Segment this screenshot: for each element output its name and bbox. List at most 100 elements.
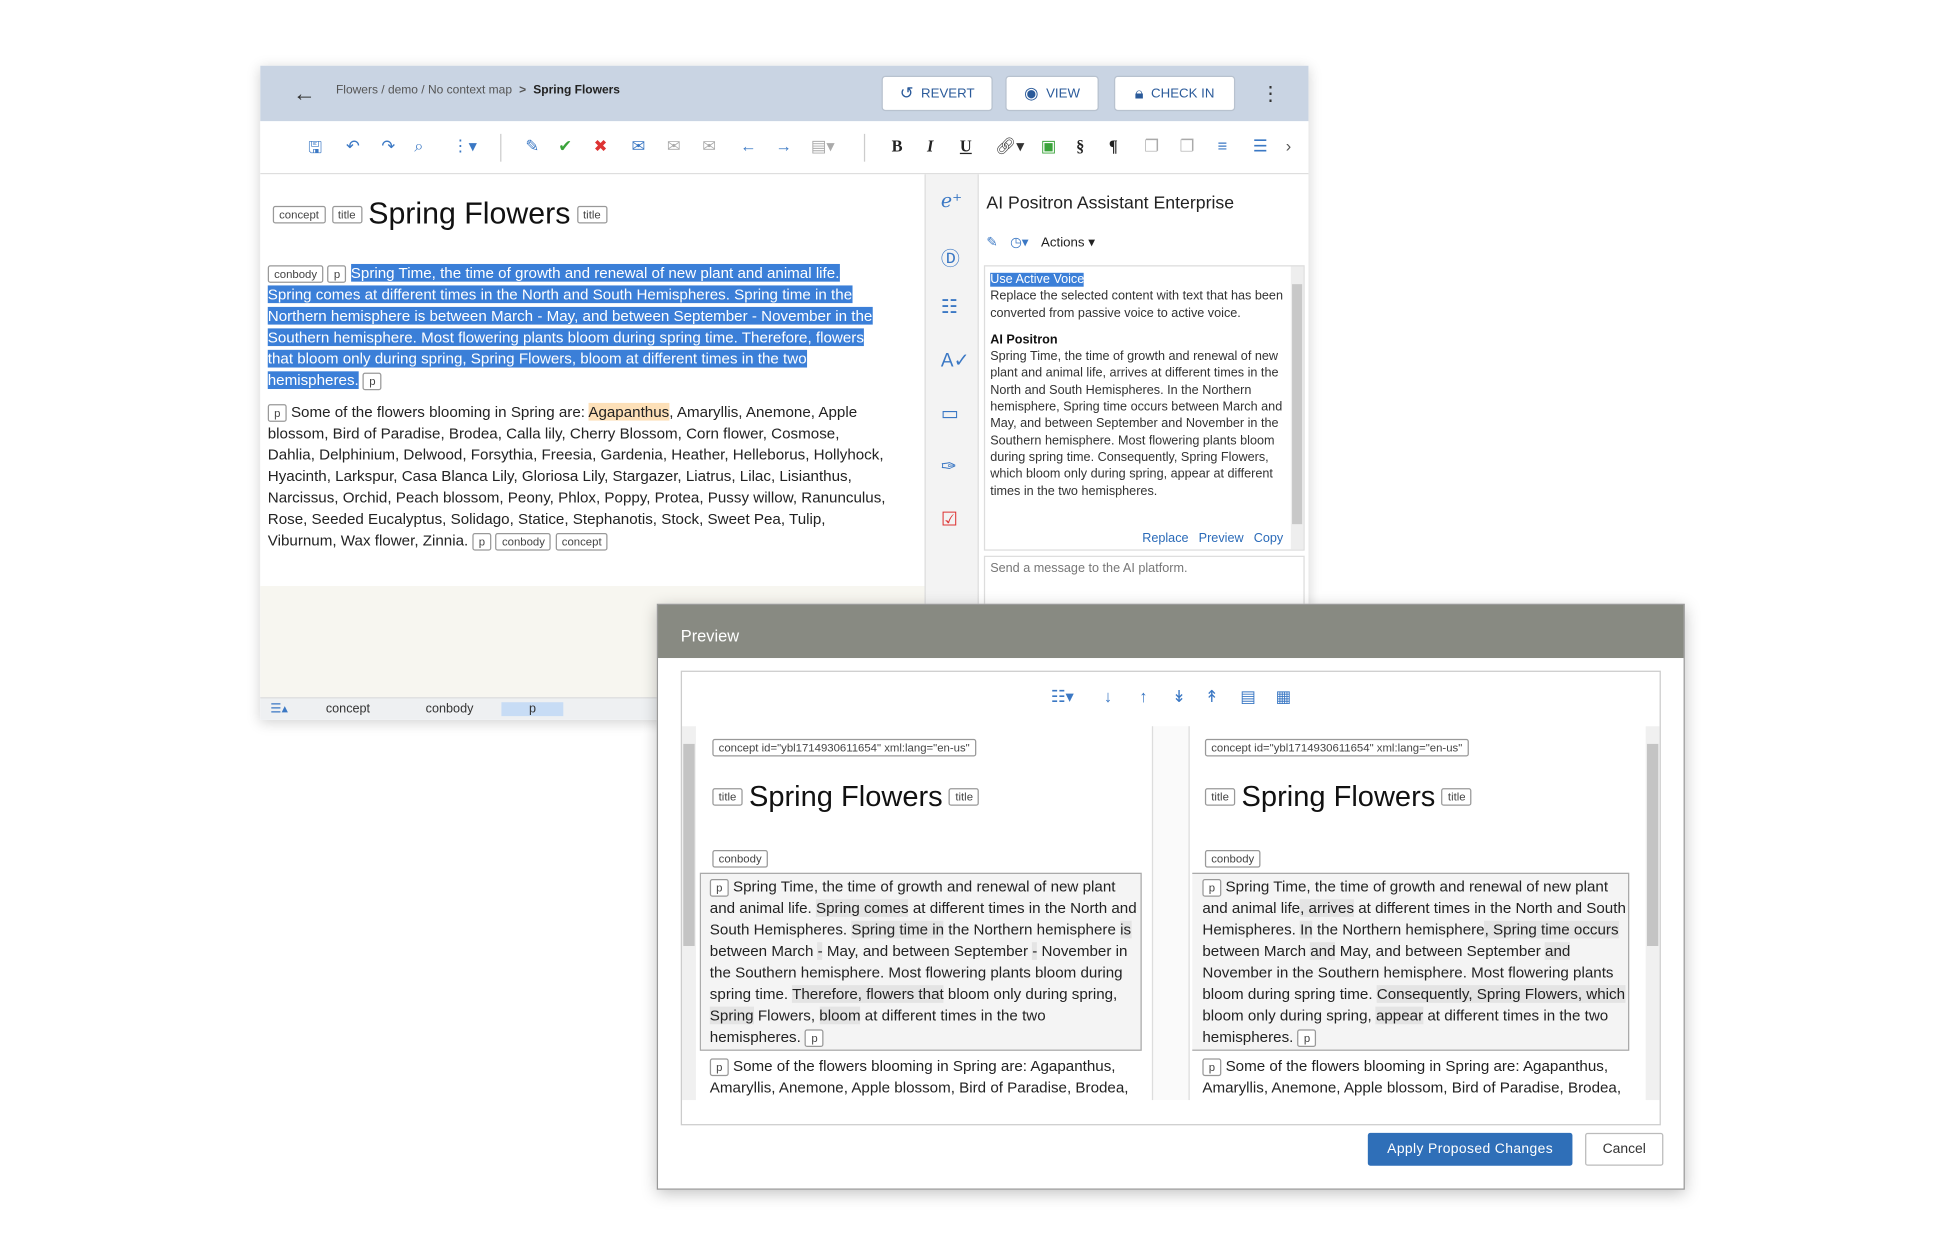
ai-panel-toolbar: ✎ ◷▾ Actions ▾ [986,235,1094,250]
bold-icon[interactable]: B [892,136,903,156]
accept-change-icon[interactable]: ✔ [558,136,572,156]
edit-icon[interactable]: ✎ [986,235,997,250]
p-tag: p [709,1058,729,1076]
statusbar-concept[interactable]: concept [298,702,398,716]
track-changes-icon[interactable]: ✎ [525,136,539,156]
preview-dialog: Preview ☷▾ ↓ ↑ ↡ ↟ ▤ ▦ concept id="ybl17… [656,603,1685,1190]
concept-end-tag[interactable]: concept [555,532,608,551]
check-in-button[interactable]: 🔒︎ CHECK IN [1113,75,1236,112]
save-icon[interactable]: 🖫︎ [308,136,322,164]
section-icon[interactable]: § [1076,136,1084,156]
actions-label: Actions [1041,234,1085,251]
preview-content: ☷▾ ↓ ↑ ↡ ↟ ▤ ▦ concept id="ybl1714930611… [680,670,1661,1126]
insert-reference-icon[interactable]: ❐ [1180,136,1195,156]
action-description: Replace the selected content with text t… [990,289,1283,321]
right-scrollbar[interactable] [1645,726,1660,1101]
flowers-paragraph[interactable]: p Some of the flowers blooming in Spring… [267,402,887,552]
underline-icon[interactable]: U [960,136,972,156]
spellcheck-icon[interactable]: A✓ [941,349,970,371]
link-icon[interactable]: 🔗︎▾ [995,136,1024,156]
more-menu-icon[interactable]: ⋮ [1260,81,1280,106]
apply-proposed-changes-button[interactable]: Apply Proposed Changes [1367,1132,1573,1166]
first-change-icon[interactable]: ↟ [1205,687,1219,707]
more-actions-icon[interactable]: ⋮▾ [452,136,477,156]
left-scroll-thumb[interactable] [683,743,695,946]
previous-change-icon[interactable]: ↑ [1139,687,1147,706]
p-start-tag[interactable]: p [267,403,287,422]
outline-toggle-icon[interactable]: ☰▴ [260,702,298,716]
ordered-list-icon[interactable]: ☰ [1253,136,1268,156]
para2-rest: , Amaryllis, Anemone, Apple blossom, Bir… [267,402,886,550]
outline-icon[interactable]: ☷ [941,296,958,318]
next-change-icon[interactable]: → [775,136,791,155]
p-end-tag[interactable]: p [362,372,382,391]
last-change-icon[interactable]: ↡ [1172,687,1186,707]
dita-map-icon[interactable]: Ⓓ [941,245,960,272]
changed-block: p Spring Time, the time of growth and re… [699,872,1142,1051]
ai-conversation[interactable]: Use Active Voice Replace the selected co… [983,265,1305,551]
paragraph-icon[interactable]: ¶ [1109,136,1118,156]
ai-scrollbar[interactable] [1290,266,1304,550]
eye-icon: ◉ [1024,83,1039,103]
highlighted-term[interactable]: Agapanthus [588,402,669,421]
title-start-tag: title [712,787,743,806]
comments-icon[interactable]: ▭ [941,402,959,424]
cancel-button[interactable]: Cancel [1585,1132,1664,1166]
conbody-end-tag[interactable]: conbody [495,532,552,551]
expand-icon[interactable]: ▦ [1276,687,1292,707]
original-pane: concept id="ybl1714930611654" xml:lang="… [699,726,1150,1100]
right-scroll-thumb[interactable] [1646,743,1659,946]
add-comment-icon[interactable]: ✉ [632,136,646,156]
image-icon[interactable]: ▣ [1041,136,1057,156]
undo-icon[interactable]: ↶ [346,136,360,156]
statusbar-conbody[interactable]: conbody [398,702,501,716]
chevron-right-icon[interactable]: › [1286,136,1291,155]
ai-message-input[interactable]: Send a message to the AI platform. [983,555,1305,607]
selected-text[interactable]: Spring Time, the time of growth and rene… [267,263,873,390]
p-end-tag[interactable]: p [472,532,492,551]
list-indent-icon[interactable]: ≡ [1218,136,1228,155]
view-mode-icon[interactable]: ☷▾ [1051,687,1074,707]
revert-button[interactable]: ↺ REVERT [881,75,993,112]
title-end-tag: title [949,787,980,806]
document-area[interactable]: concept title Spring Flowers title conbo… [260,174,925,587]
collapse-icon[interactable]: ▤ [1240,687,1256,707]
statusbar-p[interactable]: p [501,702,564,717]
proposed-flowers-text: Some of the flowers blooming in Spring a… [1202,1057,1622,1097]
conbody-tag[interactable]: conbody [267,265,324,283]
actions-dropdown[interactable]: Actions ▾ [1041,235,1095,250]
diff-gutter [1151,726,1190,1101]
title-end-tag[interactable]: title [576,205,608,224]
ai-assistant-icon[interactable]: ℯ⁺ [941,189,962,212]
concept-tag[interactable]: concept [272,205,326,224]
next-change-icon[interactable]: ↓ [1104,687,1112,706]
history-icon[interactable]: ◷▾ [1010,235,1028,250]
reject-change-icon[interactable]: ✖ [594,136,608,156]
title-start-tag: title [1204,787,1236,806]
breadcrumb-separator: > [519,83,527,98]
breadcrumb-map[interactable]: No context map [428,83,512,97]
preview-link[interactable]: Preview [1199,530,1244,547]
title-start-tag[interactable]: title [331,205,362,224]
ai-scroll-thumb[interactable] [1292,284,1303,525]
breadcrumb-path[interactable]: Flowers / demo / [336,83,428,97]
validation-icon[interactable]: ☑ [941,508,958,530]
find-icon[interactable]: ⌕ [414,136,423,156]
p-start-tag[interactable]: p [327,265,347,283]
previous-change-icon[interactable]: ← [740,136,756,155]
remove-comment-icon[interactable]: ✉ [702,136,716,156]
document-title[interactable]: Spring Flowers [368,197,570,232]
review-menu-icon[interactable]: ▤▾ [811,136,835,156]
view-button[interactable]: ◉ VIEW [1005,75,1099,112]
proposed-paragraph-2: p Some of the flowers blooming in Spring… [1202,1056,1631,1099]
redo-icon[interactable]: ↷ [381,136,395,156]
left-scrollbar[interactable] [682,726,696,1101]
insert-element-icon[interactable]: ❐ [1144,136,1159,156]
back-arrow-icon[interactable]: ← [293,81,316,108]
copy-link[interactable]: Copy [1254,530,1284,547]
edit-comment-icon[interactable]: ✉ [667,136,681,156]
attributes-icon[interactable]: ✑ [941,455,957,477]
replace-link[interactable]: Replace [1142,530,1188,547]
selected-paragraph[interactable]: conbody p Spring Time, the time of growt… [267,263,887,392]
italic-icon[interactable]: I [927,136,933,156]
